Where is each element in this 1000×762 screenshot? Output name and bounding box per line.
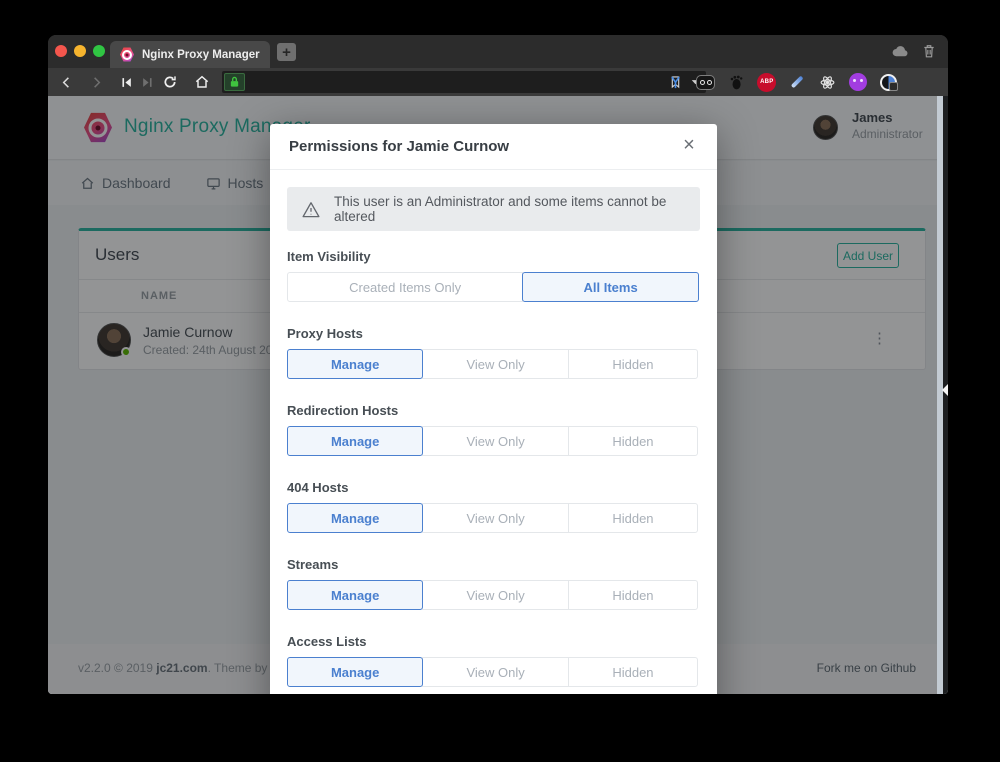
proxy-hosts-label: Proxy Hosts xyxy=(287,326,700,341)
option-manage[interactable]: Manage xyxy=(287,580,423,610)
pen-icon[interactable] xyxy=(788,73,807,92)
404-hosts-control: Manage View Only Hidden xyxy=(287,503,700,533)
reload-icon[interactable] xyxy=(161,73,179,91)
option-hidden[interactable]: Hidden xyxy=(568,503,698,533)
favicon xyxy=(120,47,134,62)
option-view-only[interactable]: View Only xyxy=(422,657,569,687)
gnome-foot-icon[interactable] xyxy=(727,73,746,92)
close-window-button[interactable] xyxy=(55,45,67,57)
browser-window: Nginx Proxy Manager + xyxy=(48,35,948,694)
access-lists-control: Manage View Only Hidden xyxy=(287,657,700,687)
atom-icon[interactable] xyxy=(818,73,837,92)
redirection-hosts-control: Manage View Only Hidden xyxy=(287,426,700,456)
modal-title: Permissions for Jamie Curnow xyxy=(289,138,509,155)
skip-forward-icon[interactable] xyxy=(138,73,156,91)
option-view-only[interactable]: View Only xyxy=(422,503,569,533)
admin-alert: This user is an Administrator and some i… xyxy=(287,187,700,231)
forward-icon[interactable] xyxy=(87,73,105,91)
option-view-only[interactable]: View Only xyxy=(422,426,569,456)
option-hidden[interactable]: Hidden xyxy=(568,580,698,610)
tab-title: Nginx Proxy Manager xyxy=(142,49,260,61)
option-manage[interactable]: Manage xyxy=(287,349,423,379)
extension-icons: ABP xyxy=(666,72,898,92)
option-all-items[interactable]: All Items xyxy=(522,272,699,302)
zoom-window-button[interactable] xyxy=(93,45,105,57)
redirection-hosts-label: Redirection Hosts xyxy=(287,403,700,418)
https-lock-icon[interactable] xyxy=(224,73,245,91)
address-bar[interactable] xyxy=(222,71,706,93)
item-visibility-label: Item Visibility xyxy=(287,249,700,264)
option-hidden[interactable]: Hidden xyxy=(568,349,698,379)
admin-alert-text: This user is an Administrator and some i… xyxy=(334,194,686,224)
gauge-icon[interactable] xyxy=(879,73,898,92)
option-view-only[interactable]: View Only xyxy=(422,349,569,379)
new-tab-button[interactable]: + xyxy=(277,43,296,61)
back-icon[interactable] xyxy=(57,73,75,91)
fork-icon[interactable] xyxy=(666,73,685,92)
option-hidden[interactable]: Hidden xyxy=(568,426,698,456)
streams-control: Manage View Only Hidden xyxy=(287,580,700,610)
option-created-items-only[interactable]: Created Items Only xyxy=(287,272,523,302)
option-view-only[interactable]: View Only xyxy=(422,580,569,610)
minimize-window-button[interactable] xyxy=(74,45,86,57)
option-manage[interactable]: Manage xyxy=(287,426,423,456)
page-viewport: Nginx Proxy Manager James Administrator … xyxy=(48,96,948,694)
skip-back-icon[interactable] xyxy=(117,73,135,91)
option-hidden[interactable]: Hidden xyxy=(568,657,698,687)
trash-icon[interactable] xyxy=(922,43,936,59)
browser-toolbar: ABP xyxy=(48,68,948,96)
permissions-modal: Permissions for Jamie Curnow × This user… xyxy=(270,124,717,694)
access-lists-label: Access Lists xyxy=(287,634,700,649)
panel-toggle-icon[interactable] xyxy=(942,384,948,396)
streams-label: Streams xyxy=(287,557,700,572)
abp-icon[interactable]: ABP xyxy=(757,73,776,92)
warning-triangle-icon xyxy=(302,201,320,218)
purple-circle-icon[interactable] xyxy=(849,73,868,92)
404-hosts-label: 404 Hosts xyxy=(287,480,700,495)
home-icon[interactable] xyxy=(193,73,211,91)
goggles-icon[interactable] xyxy=(696,73,715,92)
close-icon[interactable]: × xyxy=(677,134,701,157)
item-visibility-control: Created Items Only All Items xyxy=(287,272,700,302)
option-manage[interactable]: Manage xyxy=(287,657,423,687)
proxy-hosts-control: Manage View Only Hidden xyxy=(287,349,700,379)
option-manage[interactable]: Manage xyxy=(287,503,423,533)
sync-cloud-icon[interactable] xyxy=(891,45,909,57)
browser-tab[interactable]: Nginx Proxy Manager xyxy=(110,41,270,68)
window-controls xyxy=(55,45,105,57)
browser-titlebar: Nginx Proxy Manager + xyxy=(48,35,948,68)
